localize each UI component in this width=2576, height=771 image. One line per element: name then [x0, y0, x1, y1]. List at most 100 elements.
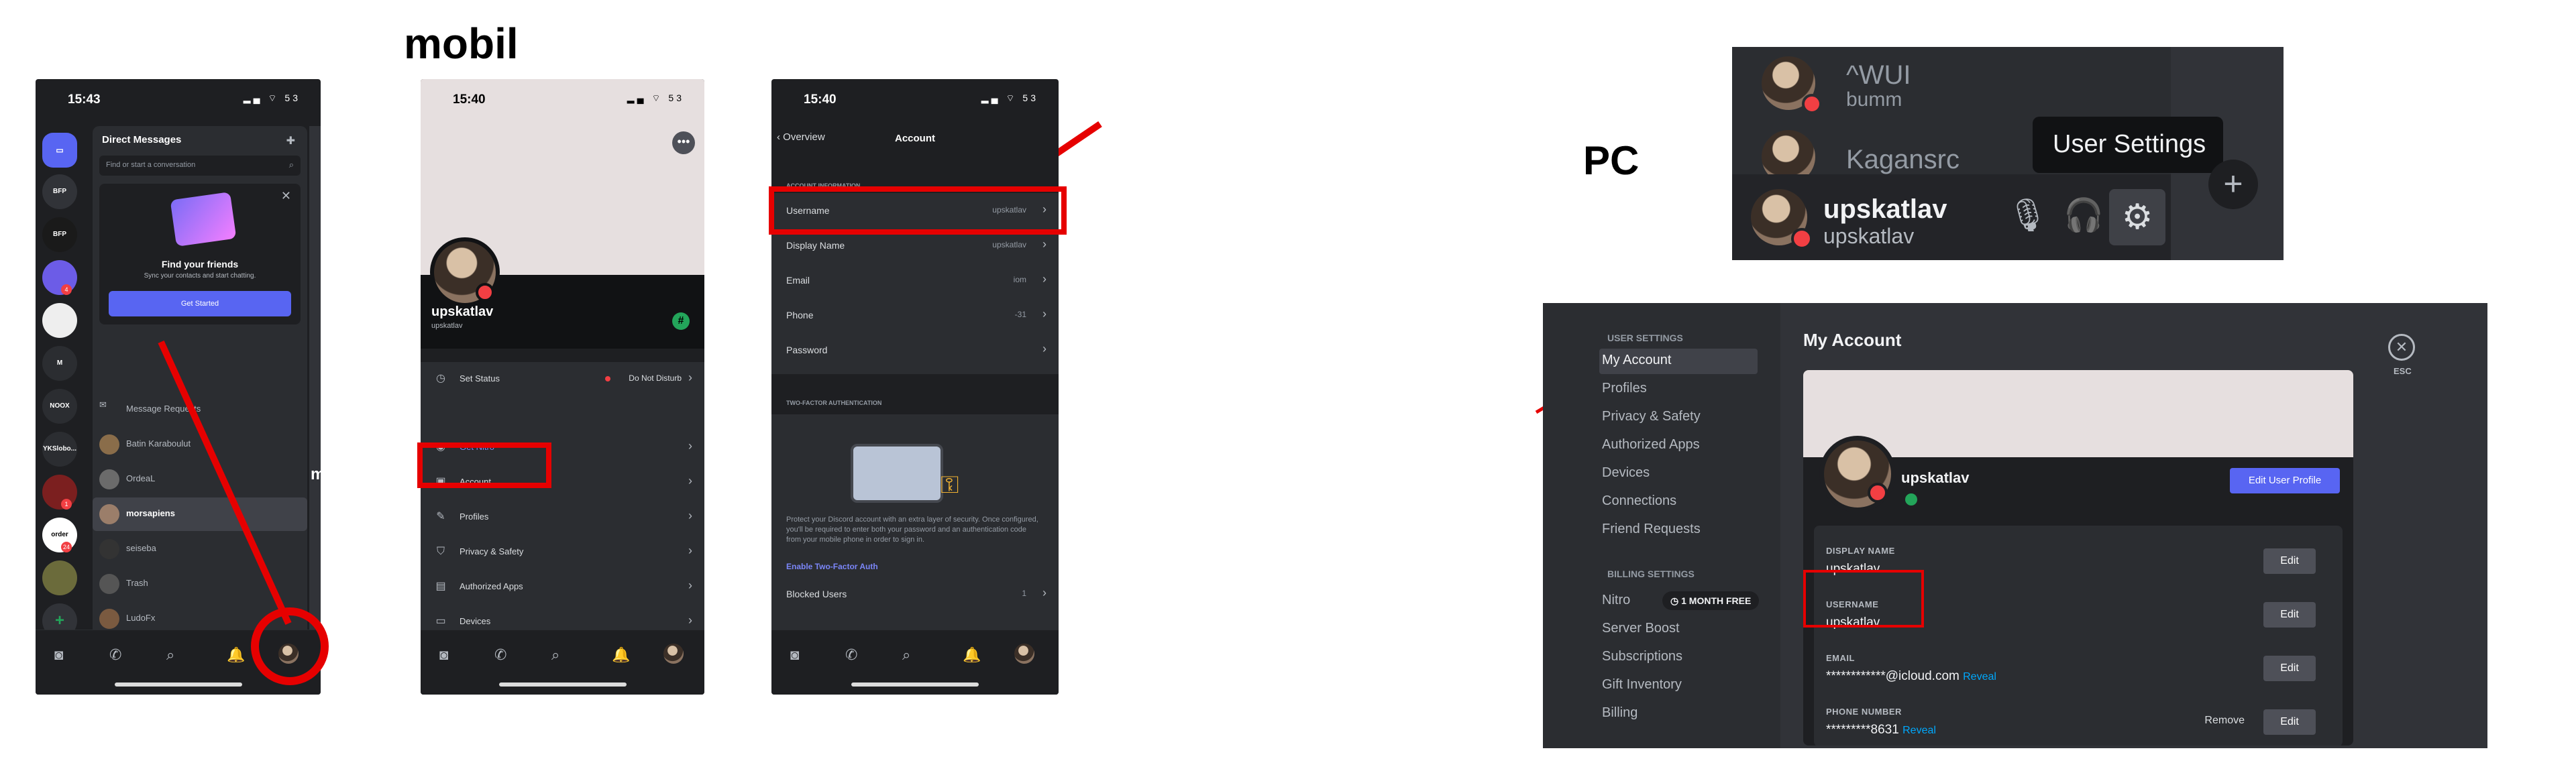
- sidebar-item[interactable]: Connections: [1602, 493, 1676, 509]
- chevron-right-icon: ›: [1042, 272, 1046, 286]
- chevron-right-icon: ›: [1042, 586, 1046, 599]
- account-title: Account: [895, 133, 935, 144]
- account-row[interactable]: Email iom ›: [771, 263, 1059, 298]
- chevron-right-icon: ›: [688, 371, 692, 384]
- account-row-label: Display Name: [786, 240, 845, 251]
- close-icon[interactable]: ✕: [2388, 334, 2415, 361]
- friend1-name[interactable]: ^WUI: [1846, 60, 1911, 91]
- dnd-status-icon: [476, 283, 494, 302]
- tooltip-text: User Settings: [2053, 130, 2206, 158]
- settings-row-icon: ◷: [436, 373, 445, 384]
- dnd-status-icon: [1791, 228, 1813, 249]
- settings-row-icon: ⛉: [436, 546, 445, 557]
- notifications-tab-icon[interactable]: 🔔: [612, 646, 630, 664]
- add-icon[interactable]: +: [2208, 160, 2258, 209]
- chevron-right-icon: ›: [688, 439, 692, 453]
- profile-tab-avatar[interactable]: [663, 644, 684, 664]
- settings-row-label: Profiles: [460, 512, 489, 522]
- edit-button[interactable]: Edit: [2263, 656, 2316, 681]
- hashtag-badge-icon: [1905, 493, 1917, 506]
- home-tab-icon[interactable]: ◙: [790, 646, 799, 664]
- sidebar-item[interactable]: My Account: [1602, 353, 1671, 368]
- status-bar: 15:40 ▂▄ ⌔ 53: [771, 79, 1059, 113]
- more-options-icon[interactable]: •••: [672, 131, 695, 154]
- settings-row[interactable]: ⛉ Privacy & Safety ›: [421, 535, 704, 570]
- status-value: Do Not Disturb: [629, 373, 682, 383]
- account-card-banner: [1803, 370, 2353, 457]
- field-label: PHONE NUMBER: [1826, 707, 1902, 717]
- blocked-users-row[interactable]: Blocked Users 1 ›: [771, 577, 1059, 611]
- friend1-sub: bumm: [1846, 88, 1902, 111]
- blocked-users-label: Blocked Users: [786, 589, 847, 599]
- annotation-arrow-1: [158, 340, 292, 626]
- sidebar-item[interactable]: Privacy & Safety: [1602, 409, 1701, 424]
- sidebar-item[interactable]: Billing: [1602, 705, 1638, 721]
- user-handle: upskatlav: [1823, 224, 1915, 248]
- chevron-right-icon: ›: [1042, 237, 1046, 251]
- account-profile-name: upskatlav: [1901, 469, 1970, 486]
- user-settings-heading: USER SETTINGS: [1607, 333, 1683, 343]
- calls-tab-icon[interactable]: ✆: [845, 646, 857, 664]
- sidebar-item[interactable]: Subscriptions: [1602, 649, 1682, 664]
- edit-button[interactable]: Edit: [2263, 602, 2316, 628]
- dnd-status-icon: [1802, 94, 1822, 114]
- account-row-label: Password: [786, 345, 828, 355]
- safe-illustration: [851, 444, 943, 503]
- edit-button[interactable]: Edit: [2263, 709, 2316, 735]
- account-row-value: upskatlav: [992, 240, 1026, 249]
- phone-account-screen: 15:40 ▂▄ ⌔ 53 ‹ Overview Account ACCOUNT…: [771, 79, 1059, 695]
- profile-tab-avatar[interactable]: [1014, 644, 1034, 664]
- sidebar-item[interactable]: Devices: [1602, 465, 1650, 481]
- close-label: ESC: [2394, 366, 2412, 376]
- search-tab-icon[interactable]: ⌕: [902, 646, 910, 664]
- dnd-dot-icon: [605, 376, 610, 381]
- edit-user-profile-button[interactable]: Edit User Profile: [2230, 468, 2340, 493]
- edit-button[interactable]: Edit: [2263, 548, 2316, 574]
- account-row-value: iom: [1013, 275, 1026, 284]
- home-tab-icon[interactable]: ◙: [439, 646, 448, 664]
- reveal-link[interactable]: Reveal: [1963, 671, 1996, 683]
- settings-row-label: Set Status: [460, 373, 500, 383]
- status-time: 15:40: [453, 93, 486, 107]
- chevron-right-icon: ›: [1042, 342, 1046, 355]
- hashtag-badge-icon: #: [672, 312, 690, 330]
- remove-button[interactable]: Remove: [2204, 715, 2245, 727]
- enable-twofa-link[interactable]: Enable Two-Factor Auth: [786, 562, 878, 571]
- chevron-right-icon: ›: [688, 613, 692, 627]
- account-row[interactable]: Phone -31 ›: [771, 298, 1059, 333]
- sidebar-item[interactable]: Gift Inventory: [1602, 677, 1682, 693]
- pc-user-bar: upskatlav upskatlav 🎙 🎧 ⚙: [1732, 174, 2171, 260]
- sidebar-item[interactable]: Server Boost: [1602, 621, 1680, 636]
- pc-user-panel-screenshot: ^WUI bumm Kagansrc User Settings upskatl…: [1732, 47, 2284, 260]
- settings-row-label: Privacy & Safety: [460, 546, 524, 556]
- friend2-name[interactable]: Kagansrc: [1846, 145, 1960, 175]
- account-avatar[interactable]: [1819, 436, 1896, 512]
- tab-bar: ◙ ✆ ⌕ 🔔: [421, 630, 704, 695]
- sidebar-item[interactable]: Authorized Apps: [1602, 437, 1700, 453]
- settings-row[interactable]: ✎ Profiles ›: [421, 500, 704, 535]
- microphone-icon[interactable]: 🎙: [2007, 196, 2048, 234]
- search-tab-icon[interactable]: ⌕: [551, 646, 559, 664]
- settings-row[interactable]: ▤ Authorized Apps ›: [421, 570, 704, 605]
- home-indicator: [851, 683, 979, 687]
- twofa-text: Protect your Discord account with an ext…: [786, 516, 1038, 544]
- account-row-label: Phone: [786, 310, 814, 320]
- settings-row[interactable]: ◷ Set Status Do Not Disturb ›: [421, 362, 704, 397]
- gear-icon[interactable]: ⚙: [2109, 189, 2165, 245]
- sidebar-item[interactable]: Nitro: [1602, 593, 1630, 608]
- settings-row-label: Devices: [460, 616, 491, 626]
- field-value: ************@icloud.com Reveal: [1826, 669, 1996, 684]
- profile-handle: upskatlav: [431, 322, 463, 330]
- sidebar-item[interactable]: Profiles: [1602, 381, 1647, 396]
- headphones-icon[interactable]: 🎧: [2063, 196, 2104, 234]
- sidebar-item[interactable]: Friend Requests: [1602, 522, 1701, 537]
- field-value-text: *********8631: [1826, 723, 1899, 737]
- notifications-tab-icon[interactable]: 🔔: [963, 646, 981, 664]
- account-row[interactable]: Password ›: [771, 333, 1059, 367]
- calls-tab-icon[interactable]: ✆: [494, 646, 506, 664]
- nitro-badge-text: 1 MONTH FREE: [1681, 595, 1752, 606]
- reveal-link[interactable]: Reveal: [1902, 725, 1936, 736]
- billing-settings-heading: BILLING SETTINGS: [1607, 569, 1695, 579]
- twofa-heading: TWO-FACTOR AUTHENTICATION: [786, 400, 882, 406]
- user-name[interactable]: upskatlav: [1823, 194, 1947, 225]
